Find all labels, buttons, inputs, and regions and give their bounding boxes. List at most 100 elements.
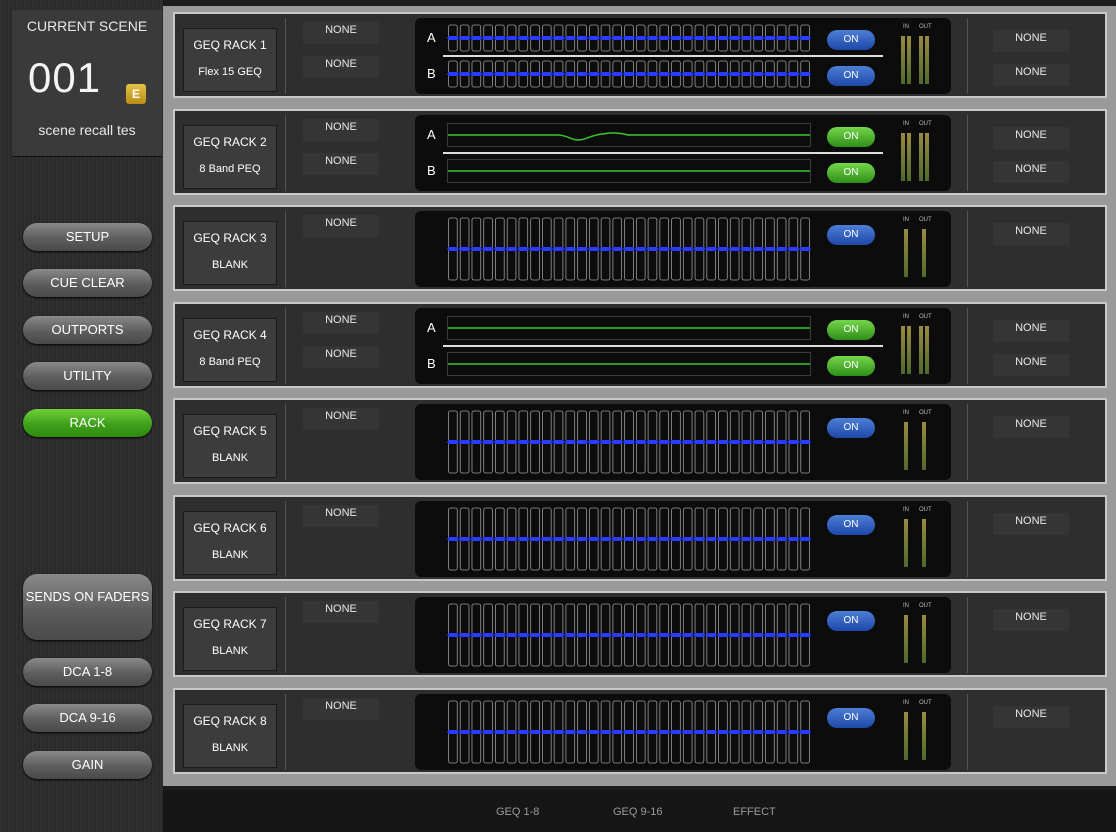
rack-type: BLANK <box>211 741 249 754</box>
output-port-a[interactable]: NONE <box>993 126 1069 149</box>
meter-out-label: OUT <box>919 313 932 320</box>
rack-label[interactable]: GEQ RACK 3 BLANK <box>183 221 277 285</box>
geq-area[interactable] <box>447 700 811 769</box>
meter-out-a <box>919 132 923 181</box>
geq-area[interactable] <box>447 217 811 286</box>
output-port-a[interactable]: NONE <box>993 319 1069 342</box>
on-button[interactable]: ON <box>827 514 875 535</box>
cue-clear-button[interactable]: CUE CLEAR <box>23 269 152 297</box>
channel-a-label: A <box>427 319 436 335</box>
input-port-b[interactable]: NONE <box>303 56 379 78</box>
geq-faders[interactable] <box>447 507 811 571</box>
on-button-b[interactable]: ON <box>827 66 875 86</box>
geq-faders[interactable] <box>447 410 811 474</box>
on-button-b[interactable]: ON <box>827 355 875 376</box>
channel-a-label: A <box>427 126 436 142</box>
output-port-a[interactable]: NONE <box>993 416 1069 438</box>
on-button-a[interactable]: ON <box>827 30 875 50</box>
peq-curve[interactable] <box>448 353 810 375</box>
utility-button[interactable]: UTILITY <box>23 362 152 390</box>
output-port-a[interactable]: NONE <box>993 30 1069 52</box>
input-port-b[interactable]: NONE <box>303 152 379 175</box>
geq-area-a[interactable] <box>447 24 811 57</box>
on-button-b[interactable]: ON <box>827 162 875 183</box>
eq-panel: ON IN OUT <box>415 693 951 770</box>
input-port-a[interactable]: NONE <box>303 601 379 623</box>
rack-row-7: GEQ RACK 7 BLANK NONE ON IN OUT NONE <box>173 591 1107 677</box>
peq-area-b[interactable] <box>447 351 811 376</box>
meter-in-a <box>901 132 905 181</box>
current-scene-panel[interactable]: CURRENT SCENE 001 E scene recall tes <box>12 10 162 157</box>
rack-label[interactable]: GEQ RACK 7 BLANK <box>183 607 277 671</box>
peq-curve[interactable] <box>448 160 810 182</box>
channel-divider <box>443 55 883 57</box>
peq-area-a[interactable] <box>447 315 811 340</box>
input-port-a[interactable]: NONE <box>303 215 379 237</box>
input-port-a[interactable]: NONE <box>303 311 379 334</box>
rack-type: BLANK <box>211 452 249 464</box>
geq-faders[interactable] <box>447 603 811 667</box>
on-button[interactable]: ON <box>827 707 875 728</box>
geq-area[interactable] <box>447 507 811 576</box>
on-button[interactable]: ON <box>827 418 875 438</box>
rack-label[interactable]: GEQ RACK 8 BLANK <box>183 703 277 768</box>
output-port-a[interactable]: NONE <box>993 705 1069 728</box>
geq-faders[interactable] <box>447 60 811 88</box>
setup-button[interactable]: SETUP <box>23 223 152 251</box>
input-port-a[interactable]: NONE <box>303 697 379 720</box>
rack-label[interactable]: GEQ RACK 5 BLANK <box>183 414 277 478</box>
on-button-a[interactable]: ON <box>827 126 875 147</box>
output-port-b[interactable]: NONE <box>993 353 1069 376</box>
rack-type: Flex 15 GEQ <box>198 66 262 78</box>
on-button[interactable]: ON <box>827 225 875 245</box>
geq-area[interactable] <box>447 410 811 479</box>
on-button-a[interactable]: ON <box>827 319 875 340</box>
output-port-b[interactable]: NONE <box>993 160 1069 183</box>
tab-geq-1-8[interactable]: GEQ 1-8 <box>496 806 539 818</box>
peq-curve[interactable] <box>448 124 810 146</box>
input-port-a[interactable]: NONE <box>303 408 379 430</box>
level-meters: IN OUT <box>899 24 939 84</box>
input-port-b[interactable]: NONE <box>303 345 379 368</box>
geq-faders[interactable] <box>447 700 811 764</box>
tab-effect[interactable]: EFFECT <box>733 806 776 818</box>
eq-panel: ON IN OUT <box>415 597 951 673</box>
on-button[interactable]: ON <box>827 611 875 631</box>
rack-name: GEQ RACK 4 <box>193 327 267 342</box>
rack-label[interactable]: GEQ RACK 2 8 Band PEQ <box>183 124 277 189</box>
meter-out <box>922 711 926 760</box>
meter-in-label: IN <box>903 24 909 30</box>
geq-area[interactable] <box>447 603 811 672</box>
rack-row-4: GEQ RACK 4 8 Band PEQ NONE NONE A ON B ON IN OUT N… <box>173 301 1107 388</box>
input-port-a[interactable]: NONE <box>303 22 379 44</box>
tab-geq-9-16[interactable]: GEQ 9-16 <box>613 806 663 818</box>
gain-button[interactable]: GAIN <box>23 751 152 779</box>
geq-faders[interactable] <box>447 217 811 281</box>
rack-label[interactable]: GEQ RACK 4 8 Band PEQ <box>183 317 277 382</box>
divider <box>967 597 968 673</box>
rack-label[interactable]: GEQ RACK 6 BLANK <box>183 510 277 575</box>
meter-out-a <box>919 325 923 374</box>
rack-name: GEQ RACK 1 <box>193 38 267 52</box>
input-port-a[interactable]: NONE <box>303 504 379 527</box>
peq-area-a[interactable] <box>447 122 811 147</box>
dca-9-16-button[interactable]: DCA 9-16 <box>23 704 152 732</box>
rack-name: GEQ RACK 3 <box>193 231 267 245</box>
geq-faders[interactable] <box>447 24 811 52</box>
geq-area-b[interactable] <box>447 60 811 93</box>
rack-name: GEQ RACK 7 <box>193 617 267 631</box>
output-port-a[interactable]: NONE <box>993 609 1069 631</box>
sends-on-faders-button[interactable]: SENDS ON FADERS <box>23 574 152 640</box>
channel-b-label: B <box>427 66 436 81</box>
output-port-a[interactable]: NONE <box>993 512 1069 535</box>
outports-button[interactable]: OUTPORTS <box>23 316 152 344</box>
peq-area-b[interactable] <box>447 158 811 183</box>
peq-curve[interactable] <box>448 317 810 339</box>
output-port-a[interactable]: NONE <box>993 223 1069 245</box>
dca-1-8-button[interactable]: DCA 1-8 <box>23 658 152 686</box>
input-port-a[interactable]: NONE <box>303 118 379 141</box>
output-port-b[interactable]: NONE <box>993 64 1069 86</box>
meter-in-label: IN <box>903 410 909 416</box>
rack-label[interactable]: GEQ RACK 1 Flex 15 GEQ <box>183 28 277 92</box>
rack-button[interactable]: RACK <box>23 409 152 437</box>
